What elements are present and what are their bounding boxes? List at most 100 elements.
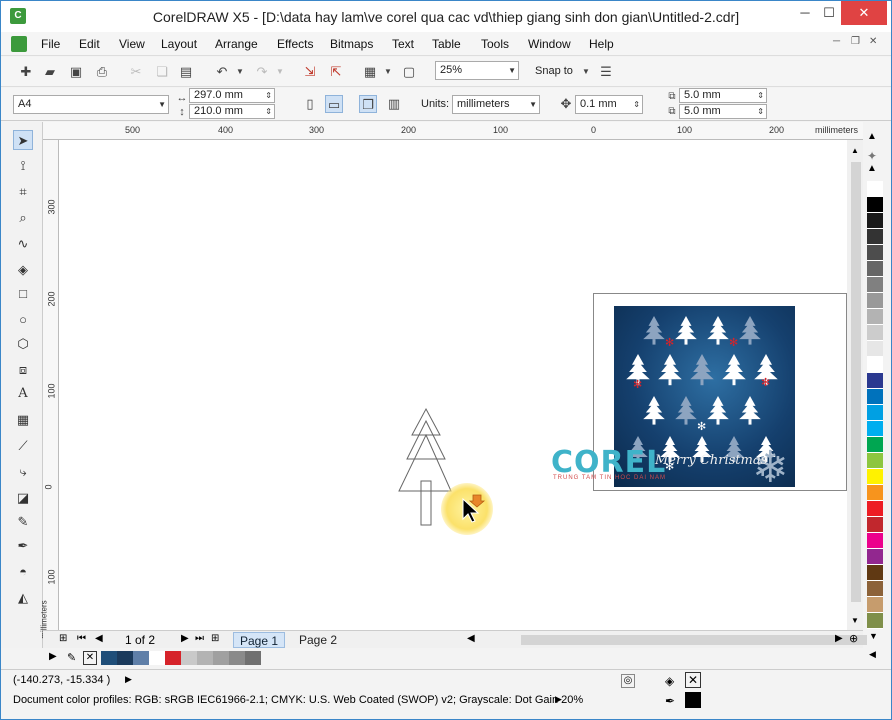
- page-height-field[interactable]: 210.0 mm ⇕: [189, 104, 275, 119]
- palette-play-icon[interactable]: ▶: [49, 651, 57, 662]
- eyedropper-icon[interactable]: ✎: [67, 651, 76, 664]
- options-icon[interactable]: ☰: [597, 63, 615, 81]
- undo-dropdown-icon[interactable]: ▼: [231, 63, 249, 81]
- palette-swatch[interactable]: [867, 181, 883, 197]
- scroll-left-icon[interactable]: ◀: [467, 633, 475, 644]
- palette-swatch[interactable]: [867, 549, 883, 565]
- palette-flyout-icon[interactable]: ✦: [867, 149, 877, 163]
- previous-page-icon[interactable]: ◀: [95, 633, 103, 644]
- spinner-icon[interactable]: ⇕: [757, 105, 764, 118]
- eyedropper-tool-icon[interactable]: ✎: [13, 512, 33, 532]
- polygon-tool-icon[interactable]: ⬡: [13, 334, 33, 354]
- palette-swatch[interactable]: [867, 405, 883, 421]
- scroll-down-icon[interactable]: ▼: [851, 616, 859, 625]
- palette-up-icon[interactable]: ▲: [867, 163, 877, 174]
- navigator-icon[interactable]: ⊕: [849, 632, 858, 645]
- basic-shapes-icon[interactable]: ⧈: [13, 360, 33, 380]
- redo-dropdown-icon[interactable]: ▼: [271, 63, 289, 81]
- palette-swatch[interactable]: [867, 293, 883, 309]
- document-palette-swatch[interactable]: [133, 651, 149, 665]
- palette-swatch[interactable]: [867, 565, 883, 581]
- palette-swatch[interactable]: [867, 197, 883, 213]
- document-palette-swatch[interactable]: [117, 651, 133, 665]
- blend-tool-icon[interactable]: ◪: [13, 488, 33, 508]
- import-icon[interactable]: ⇲: [301, 63, 319, 81]
- units-combo[interactable]: millimeters ▼: [452, 95, 540, 114]
- menu-view[interactable]: View: [119, 37, 145, 51]
- document-palette-swatch[interactable]: [101, 651, 117, 665]
- zoom-level-combo[interactable]: 25% ▼: [435, 61, 519, 80]
- merry-christmas-text[interactable]: Merry Christmas: [655, 453, 767, 468]
- next-page-icon[interactable]: ▶: [181, 633, 189, 644]
- duplicate-x-field[interactable]: 5.0 mm ⇕: [679, 88, 767, 103]
- current-page-icon[interactable]: ▥: [385, 95, 403, 113]
- doc-minimize-icon[interactable]: ─: [833, 36, 840, 47]
- horizontal-ruler[interactable]: 500 400 300 200 100 0 100 200 millimeter…: [43, 122, 863, 140]
- outline-pen-icon[interactable]: ✒: [13, 536, 33, 556]
- palette-scroll-up-icon[interactable]: ▲: [867, 131, 877, 142]
- doc-restore-icon[interactable]: ❐: [851, 36, 860, 47]
- document-palette-swatch[interactable]: [213, 651, 229, 665]
- palette-swatch[interactable]: [867, 213, 883, 229]
- connector-tool-icon[interactable]: ⤷: [13, 462, 33, 482]
- palette-swatch[interactable]: [867, 469, 883, 485]
- fill-none-swatch[interactable]: ✕: [685, 672, 701, 688]
- copy-icon[interactable]: ❏: [153, 63, 171, 81]
- horizontal-scroll-thumb[interactable]: [521, 635, 867, 645]
- smart-fill-icon[interactable]: ◈: [13, 260, 33, 280]
- spinner-icon[interactable]: ⇕: [757, 89, 764, 102]
- all-pages-icon[interactable]: ❐: [359, 95, 377, 113]
- palette-swatch[interactable]: [867, 597, 883, 613]
- spinner-icon[interactable]: ⇕: [265, 89, 272, 102]
- text-tool-icon[interactable]: A: [13, 384, 33, 404]
- menu-text[interactable]: Text: [392, 37, 414, 51]
- outline-color-swatch[interactable]: [685, 692, 701, 708]
- no-color-swatch[interactable]: ✕: [83, 651, 97, 665]
- dimension-tool-icon[interactable]: ⟋: [13, 436, 33, 456]
- spinner-icon[interactable]: ⇕: [633, 96, 640, 113]
- palette-swatch[interactable]: [867, 453, 883, 469]
- palette-swatch[interactable]: [867, 533, 883, 549]
- horizontal-scrollbar[interactable]: [511, 633, 877, 646]
- palette-swatch[interactable]: [867, 389, 883, 405]
- document-palette-swatch[interactable]: [181, 651, 197, 665]
- palette-swatch[interactable]: [867, 581, 883, 597]
- palette-expand-icon[interactable]: ◀: [869, 649, 876, 660]
- table-tool-icon[interactable]: ▦: [13, 410, 33, 430]
- export-icon[interactable]: ⇱: [327, 63, 345, 81]
- palette-swatch[interactable]: [867, 261, 883, 277]
- paste-icon[interactable]: ▤: [177, 63, 195, 81]
- cut-icon[interactable]: ✂: [127, 63, 145, 81]
- page-tab-1[interactable]: Page 1: [233, 632, 286, 648]
- page-tab-2[interactable]: Page 2: [293, 632, 343, 648]
- menu-layout[interactable]: Layout: [161, 37, 197, 51]
- application-launcher-icon[interactable]: ▦: [361, 63, 379, 81]
- vertical-ruler[interactable]: 300 200 100 0 100 millimeters: [40, 140, 59, 639]
- first-page-icon[interactable]: ⏮: [77, 633, 86, 644]
- scroll-up-icon[interactable]: ▲: [851, 146, 859, 155]
- duplicate-y-field[interactable]: 5.0 mm ⇕: [679, 104, 767, 119]
- interactive-fill-icon[interactable]: ◭: [13, 588, 33, 608]
- menu-tools[interactable]: Tools: [481, 37, 509, 51]
- open-folder-icon[interactable]: ▰: [41, 63, 59, 81]
- add-page-after-icon[interactable]: ⊞: [211, 633, 219, 644]
- color-proof-icon[interactable]: ◎: [621, 674, 635, 688]
- ellipse-tool-icon[interactable]: ○: [13, 310, 33, 330]
- palette-swatch[interactable]: [867, 357, 883, 373]
- menu-help[interactable]: Help: [589, 37, 614, 51]
- document-palette-swatch[interactable]: [245, 651, 261, 665]
- nudge-distance-field[interactable]: 0.1 mm ⇕: [575, 95, 643, 114]
- menu-arrange[interactable]: Arrange: [215, 37, 258, 51]
- fill-tool-icon[interactable]: ◓: [13, 562, 33, 582]
- save-icon[interactable]: ▣: [67, 63, 85, 81]
- add-page-icon[interactable]: ⊞: [59, 633, 67, 644]
- palette-swatch[interactable]: [867, 229, 883, 245]
- page-width-field[interactable]: 297.0 mm ⇕: [189, 88, 275, 103]
- redo-icon[interactable]: ↷: [253, 63, 271, 81]
- palette-swatch[interactable]: [867, 485, 883, 501]
- menu-bitmaps[interactable]: Bitmaps: [330, 37, 373, 51]
- close-button[interactable]: ✕: [841, 1, 887, 25]
- snap-to-dropdown-icon[interactable]: ▼: [577, 63, 595, 81]
- menu-window[interactable]: Window: [528, 37, 571, 51]
- print-icon[interactable]: ⎙: [93, 63, 111, 81]
